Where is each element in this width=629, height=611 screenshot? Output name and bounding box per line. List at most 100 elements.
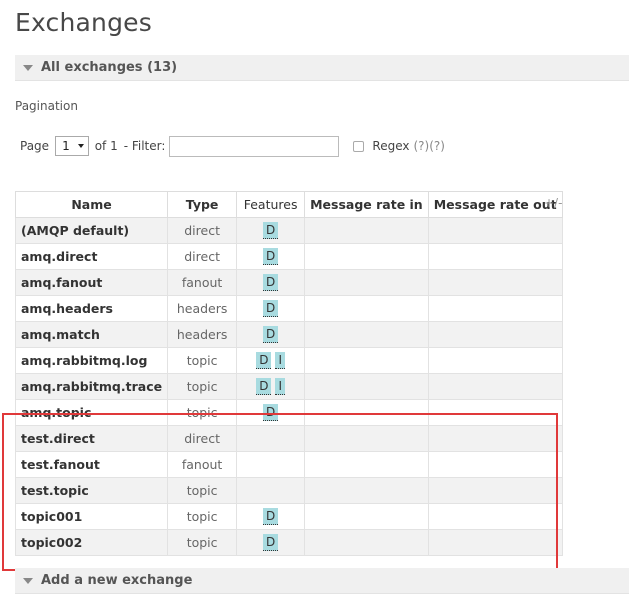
message-rate-out-cell [427,347,563,374]
page-label: Page [20,139,50,153]
exchange-features [236,477,306,504]
exchange-name-link[interactable]: topic001 [14,503,169,530]
exchange-name-link[interactable]: amq.topic [14,399,169,426]
message-rate-in-cell [304,321,429,348]
feature-badge: I [275,352,285,369]
page-select[interactable]: 1 [55,136,89,156]
exchange-name-link[interactable]: test.topic [14,477,169,504]
filter-input[interactable] [169,135,340,157]
exchange-features: D [236,321,306,348]
page-count-label: of 1 [94,139,118,153]
exchange-name-link[interactable]: test.direct [14,425,169,452]
exchange-name-link[interactable]: amq.rabbitmq.trace [14,373,169,400]
message-rate-in-cell [304,373,429,400]
exchange-type: headers [167,295,238,322]
exchange-features: D [236,399,306,426]
table-row: amq.direct direct D [14,243,563,270]
pagination-label: Pagination [15,99,78,113]
regex-label: Regex [372,139,410,153]
message-rate-in-cell [304,269,429,296]
message-rate-in-cell [304,425,429,452]
message-rate-out-cell [427,451,563,478]
exchanges-table: Name Type Features Message rate in Messa… [14,191,563,556]
message-rate-out-cell [427,529,563,556]
message-rate-in-cell [304,295,429,322]
exchange-type: topic [167,503,238,530]
exchange-features: D [236,243,306,270]
column-header-rate-out[interactable]: Message rate out [427,191,563,218]
exchange-name-link[interactable]: amq.match [14,321,169,348]
message-rate-out-cell [427,477,563,504]
exchange-name-link[interactable]: amq.direct [14,243,169,270]
exchange-name-link[interactable]: test.fanout [14,451,169,478]
message-rate-in-cell [304,243,429,270]
feature-badge: D [262,326,279,343]
exchange-type: topic [167,399,238,426]
exchange-name-link[interactable]: topic002 [14,529,169,556]
message-rate-in-cell [304,503,429,530]
exchange-name-link[interactable]: (AMQP default) [14,217,169,244]
exchange-type: fanout [167,269,238,296]
table-row: test.fanout fanout [14,451,563,478]
message-rate-out-cell [427,373,563,400]
message-rate-out-cell [427,295,563,322]
column-toggle-button[interactable]: +/- [544,196,562,210]
feature-badge: D [262,534,279,551]
filter-label: - Filter: [123,139,166,153]
feature-badge: D [262,508,279,525]
exchange-features: D [236,529,306,556]
feature-badge: I [275,378,285,395]
column-header-rate-in[interactable]: Message rate in [304,191,429,218]
feature-badge: D [262,404,279,421]
exchange-name-link[interactable]: amq.fanout [14,269,169,296]
message-rate-in-cell [304,217,429,244]
message-rate-out-cell [427,425,563,452]
table-row: amq.match headers D [14,321,563,348]
feature-badge: D [262,222,279,239]
table-row: test.direct direct [14,425,563,452]
page-select-value: 1 [62,139,70,153]
message-rate-out-cell [427,269,563,296]
message-rate-in-cell [304,529,429,556]
exchange-features [236,425,306,452]
pagination-controls: Page 1 of 1 - Filter: Regex (?)(?) [20,135,445,157]
exchange-type: direct [167,243,238,270]
add-exchange-toggle[interactable]: Add a new exchange [15,568,629,594]
table-header-row: Name Type Features Message rate in Messa… [14,191,563,218]
message-rate-in-cell [304,399,429,426]
add-exchange-title: Add a new exchange [41,573,193,588]
exchange-type: topic [167,373,238,400]
exchange-features: D [236,295,306,322]
exchange-features: D [236,217,306,244]
exchange-type: topic [167,347,238,374]
exchange-features: D [236,269,306,296]
column-header-name[interactable]: Name [14,191,169,218]
feature-badge: D [262,300,279,317]
table-row: topic002 topic D [14,529,563,556]
feature-badge: D [262,248,279,265]
regex-checkbox[interactable] [353,140,365,152]
collapse-triangle-icon [23,64,33,71]
message-rate-in-cell [304,477,429,504]
table-row: amq.headers headers D [14,295,563,322]
exchange-type: topic [167,477,238,504]
exchange-type: headers [167,321,238,348]
regex-help-link[interactable]: (?)(?) [414,139,445,153]
message-rate-out-cell [427,243,563,270]
exchange-name-link[interactable]: amq.headers [14,295,169,322]
column-header-type[interactable]: Type [167,191,238,218]
feature-badge: D [262,274,279,291]
message-rate-in-cell [304,451,429,478]
exchange-name-link[interactable]: amq.rabbitmq.log [14,347,169,374]
feature-badge: D [256,378,272,395]
table-row: (AMQP default) direct D [14,217,563,244]
message-rate-out-cell [427,399,563,426]
message-rate-out-cell [427,321,563,348]
table-row: amq.rabbitmq.log topic D I [14,347,563,374]
column-header-features: Features [236,191,306,218]
all-exchanges-toggle[interactable]: All exchanges (13) [15,55,629,81]
table-row: topic001 topic D [14,503,563,530]
chevron-down-icon [77,144,84,148]
page-title: Exchanges [15,8,152,37]
table-row: amq.rabbitmq.trace topic D I [14,373,563,400]
